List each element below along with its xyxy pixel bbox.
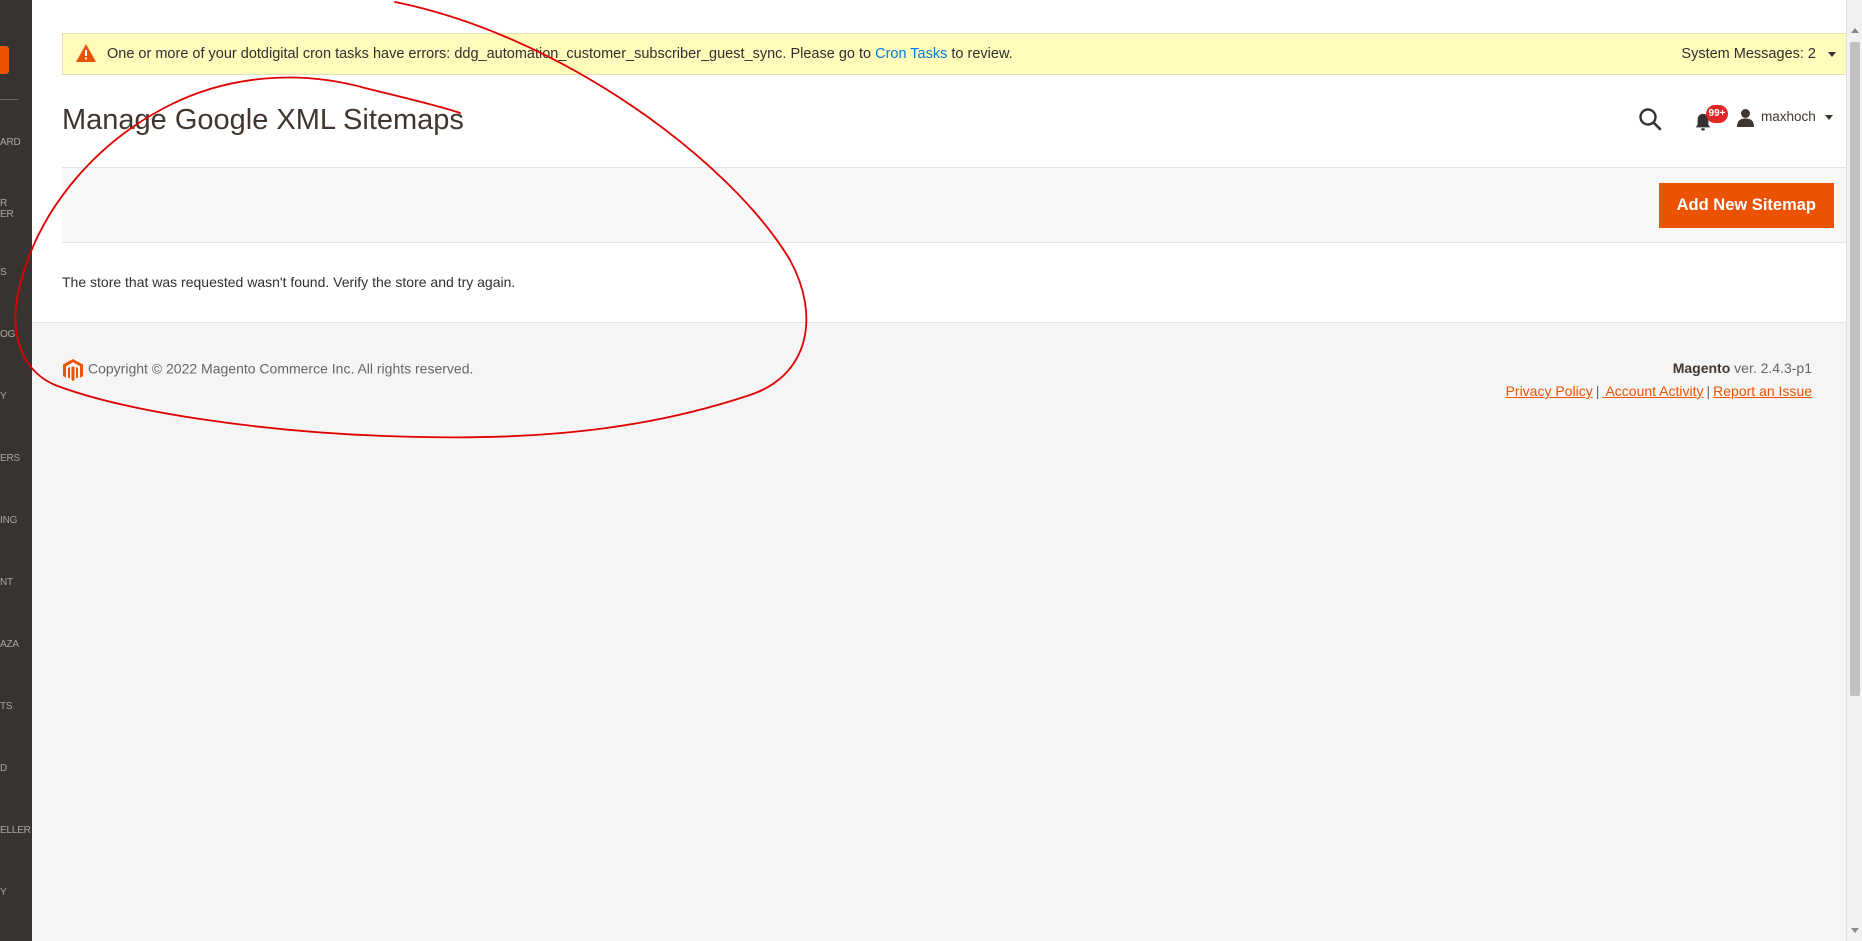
sidebar-item-marketplace[interactable]: AZA — [0, 639, 32, 650]
sidebar-item-sales[interactable]: S — [0, 267, 32, 278]
system-message-bar: One or more of your dotdigital cron task… — [62, 33, 1849, 75]
chevron-down-icon — [1828, 51, 1836, 57]
system-messages-count: System Messages: 2 — [1681, 46, 1816, 62]
sidebar-item-stores[interactable]: D — [0, 763, 32, 774]
page-title: Manage Google XML Sitemaps — [62, 104, 464, 136]
sidebar-item-reports[interactable]: TS — [0, 701, 32, 712]
scroll-up-icon[interactable] — [1851, 28, 1859, 33]
sidebar-item-dashboard[interactable]: ARD — [0, 137, 32, 148]
chevron-down-icon — [1824, 115, 1833, 120]
sidebar-item-inventory[interactable]: Y — [0, 391, 32, 402]
sidebar-item-catalog[interactable]: OG — [0, 329, 32, 340]
add-new-sitemap-button[interactable]: Add New Sitemap — [1658, 183, 1834, 228]
brand-name: Magento — [1672, 360, 1731, 376]
privacy-policy-link[interactable]: Privacy Policy — [1506, 383, 1593, 399]
user-icon — [1737, 109, 1754, 127]
footer-meta: Magento ver. 2.4.3-p1 Privacy Policy | Ac… — [1506, 360, 1812, 399]
sidebar-item-seller[interactable]: ELLER — [0, 825, 32, 836]
admin-sidebar: ARD R ER S OG Y ERS ING NT AZA TS D ELLE… — [0, 0, 32, 941]
error-notice: The store that was requested wasn't foun… — [62, 274, 516, 290]
system-message-text: One or more of your dotdigital cron task… — [107, 46, 1013, 62]
system-message-after: to review. — [947, 46, 1013, 62]
sidebar-item-content[interactable]: NT — [0, 577, 32, 588]
cron-tasks-link[interactable]: Cron Tasks — [875, 46, 947, 62]
version-text: ver. 2.4.3-p1 — [1730, 360, 1812, 376]
footer-links: Privacy Policy | Account Activity | Report … — [1506, 383, 1812, 399]
page-actions-toolbar: Add New Sitemap — [62, 167, 1849, 243]
copyright-text: Copyright © 2022 Magento Commerce Inc. A… — [88, 360, 474, 377]
sidebar-item-marketing[interactable]: ING — [0, 515, 32, 526]
username: maxhoch — [1761, 109, 1816, 125]
user-menu[interactable]: maxhoch — [1736, 108, 1833, 127]
notifications-badge: 99+ — [1706, 105, 1728, 123]
search-icon[interactable] — [1637, 106, 1663, 132]
link-separator: | — [1706, 383, 1711, 399]
notifications-button[interactable]: 99+ — [1694, 105, 1728, 132]
scroll-down-icon[interactable] — [1851, 928, 1859, 933]
sidebar-item-system[interactable]: Y — [0, 887, 32, 898]
report-issue-link[interactable]: Report an Issue — [1713, 383, 1812, 399]
system-message-before: One or more of your dotdigital cron task… — [107, 46, 876, 62]
version-info: Magento ver. 2.4.3-p1 — [1506, 360, 1812, 376]
sidebar-divider — [0, 99, 18, 100]
sidebar-item-newsletter[interactable]: R ER — [0, 198, 32, 220]
system-messages-toggle[interactable]: System Messages: 2 — [1681, 46, 1836, 62]
sidebar-item-customers[interactable]: ERS — [0, 453, 32, 464]
vertical-scrollbar[interactable] — [1846, 0, 1862, 941]
account-activity-link[interactable]: Account Activity — [1602, 383, 1703, 399]
warning-icon — [76, 44, 96, 62]
scrollbar-thumb[interactable] — [1850, 42, 1860, 696]
link-separator: | — [1595, 383, 1600, 399]
magento-logo-icon[interactable] — [0, 46, 9, 74]
magento-logo-icon — [63, 359, 83, 381]
main-content: One or more of your dotdigital cron task… — [32, 0, 1849, 941]
footer-copyright: Copyright © 2022 Magento Commerce Inc. A… — [62, 358, 473, 382]
